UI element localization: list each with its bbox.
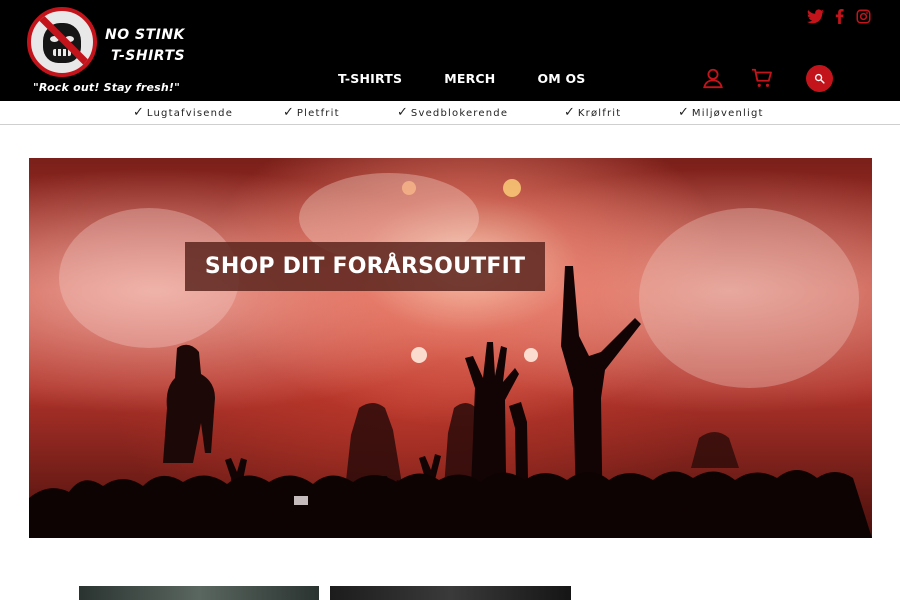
facebook-icon[interactable] — [830, 7, 848, 25]
instagram-icon[interactable] — [854, 7, 872, 25]
nav-item-om-os[interactable]: OM OS — [537, 71, 585, 86]
usp-label: Pletfrit — [296, 108, 340, 119]
social-links — [806, 7, 872, 25]
usp-bar: ✓ Lugtafvisende ✓ Pletfrit ✓ Svedblokerende… — [0, 101, 900, 125]
brand-logo[interactable] — [27, 7, 97, 77]
usp-item: ✓ Krølfrit — [564, 105, 621, 120]
cart-icon[interactable] — [751, 67, 773, 89]
concert-crowd-illustration — [29, 173, 872, 538]
site-header: NO STINK T-SHIRTS "Rock out! Stay fresh!… — [0, 0, 900, 101]
hero-headline-box[interactable]: SHOP DIT FORÅRSOUTFIT — [185, 242, 545, 291]
main-nav: T-SHIRTS MERCH OM OS — [338, 71, 585, 86]
check-icon: ✓ — [133, 105, 144, 120]
twitter-icon[interactable] — [806, 7, 824, 25]
nav-item-tshirts[interactable]: T-SHIRTS — [338, 71, 402, 86]
usp-item: ✓ Pletfrit — [283, 105, 340, 120]
brand-tagline: "Rock out! Stay fresh!" — [33, 81, 181, 94]
usp-label: Lugtafvisende — [146, 108, 234, 119]
check-icon: ✓ — [283, 105, 294, 120]
hero-banner-image[interactable]: SHOP DIT FORÅRSOUTFIT — [29, 158, 872, 538]
check-icon: ✓ — [564, 105, 575, 120]
product-card-image[interactable] — [79, 586, 319, 600]
product-card-image[interactable] — [330, 586, 571, 600]
brand-name-line2: T-SHIRTS — [111, 48, 186, 64]
usp-item: ✓ Miljøvenligt — [678, 105, 764, 120]
check-icon: ✓ — [397, 105, 408, 120]
brand-name[interactable]: NO STINK T-SHIRTS — [105, 25, 195, 67]
brand-name-line1: NO STINK — [105, 27, 185, 43]
search-icon — [814, 73, 825, 84]
usp-item: ✓ Svedblokerende — [397, 105, 508, 120]
usp-label: Svedblokerende — [410, 108, 509, 119]
check-icon: ✓ — [678, 105, 689, 120]
nav-item-merch[interactable]: MERCH — [444, 71, 495, 86]
hero-headline: SHOP DIT FORÅRSOUTFIT — [204, 254, 526, 279]
search-button[interactable] — [806, 65, 833, 92]
usp-item: ✓ Lugtafvisende — [133, 105, 233, 120]
usp-label: Krølfrit — [577, 108, 622, 119]
usp-label: Miljøvenligt — [691, 108, 764, 119]
user-icon[interactable] — [702, 67, 724, 89]
